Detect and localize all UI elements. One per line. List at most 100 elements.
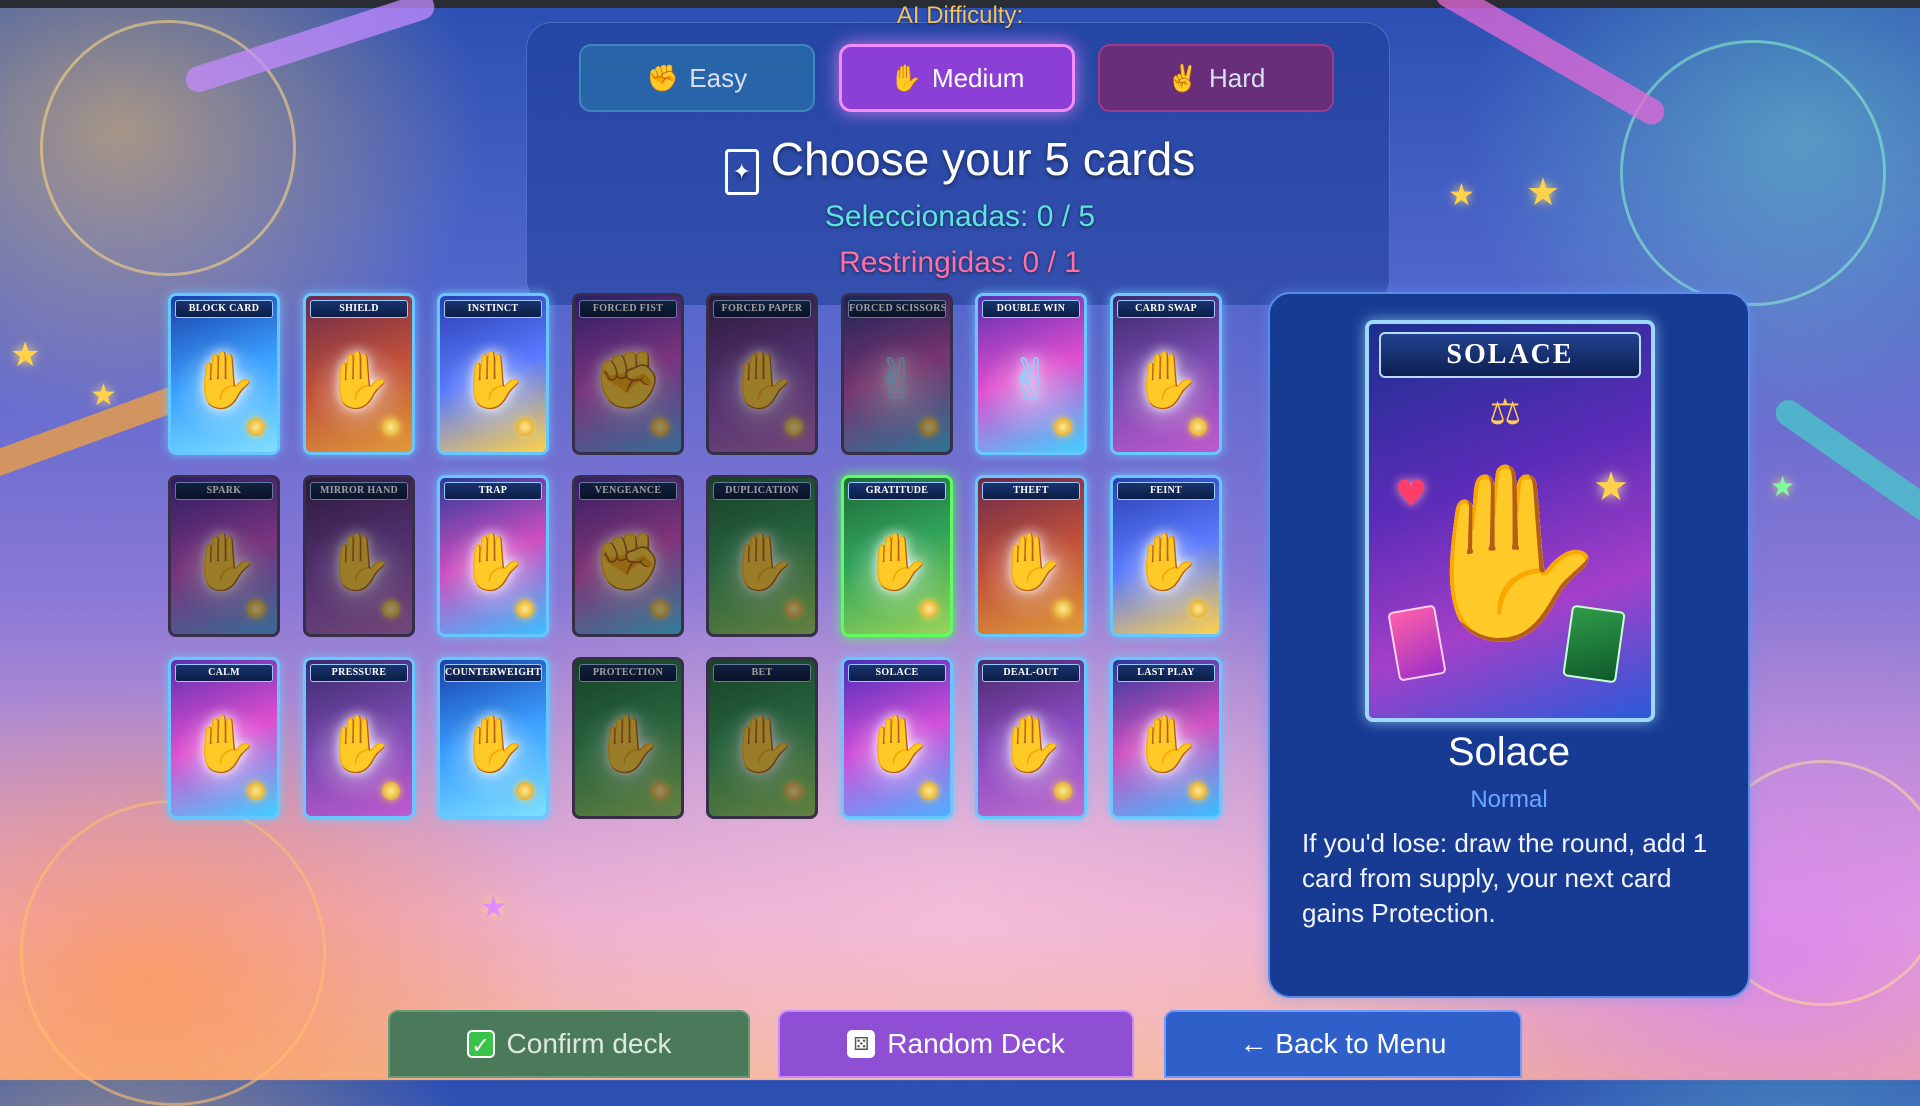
mini-card-icon [1562, 604, 1626, 684]
palm-icon: ✋ [458, 348, 528, 414]
card-title: FORCED SCISSORS [848, 300, 946, 318]
palm-icon: ✋ [189, 530, 259, 596]
confirm-deck-label: Confirm deck [506, 1028, 672, 1059]
card-deal-out[interactable]: DEAL-OUT ✋ [975, 657, 1087, 819]
card-trap[interactable]: TRAP ✋ [437, 475, 549, 637]
difficulty-easy-button[interactable]: ✊ Easy [579, 44, 815, 112]
checkmark-icon: ✓ [466, 1030, 495, 1058]
difficulty-hard-label: Hard [1209, 62, 1266, 93]
palm-icon: ✋ [727, 348, 797, 414]
card-title: BET [713, 664, 811, 682]
card-title: TRAP [444, 482, 542, 500]
selected-counter: Seleccionadas: 0 / 5 [824, 200, 1096, 233]
card-vengeance[interactable]: VENGEANCE ✊ [572, 475, 684, 637]
confirm-deck-button[interactable]: ✓ Confirm deck [388, 1010, 750, 1078]
coin-icon [247, 418, 265, 436]
coin-icon [785, 600, 803, 618]
coin-icon [382, 418, 400, 436]
card-last-play[interactable]: LAST PLAY ✋ [1110, 657, 1222, 819]
card-double-win[interactable]: DOUBLE WIN ✌ [975, 293, 1087, 455]
card-detail-panel: SOLACE ⚖ ♥ ★ ✋ Solace Normal If you'd lo… [1268, 292, 1750, 998]
palm-icon: ✋ [727, 712, 797, 778]
difficulty-hard-button[interactable]: ✌ Hard [1098, 44, 1334, 112]
card-title: DUPLICATION [713, 482, 811, 500]
palm-icon: ✋ [862, 530, 932, 596]
card-card-swap[interactable]: CARD SWAP ✋ [1110, 293, 1222, 455]
card-feint[interactable]: FEINT ✋ [1110, 475, 1222, 637]
card-solace[interactable]: SOLACE ✋ [841, 657, 953, 819]
palm-icon: ✋ [1131, 712, 1201, 778]
coin-icon [651, 782, 669, 800]
card-title: FORCED PAPER [713, 300, 811, 318]
star-icon: ★ [1770, 470, 1796, 503]
page-title: ✦ Choose your 5 cards [0, 132, 1920, 195]
card-pressure[interactable]: PRESSURE ✋ [303, 657, 415, 819]
card-title: SPARK [175, 482, 273, 500]
card-block-card[interactable]: BLOCK CARD ✋ [168, 293, 280, 455]
card-title: FEINT [1117, 482, 1215, 500]
card-theft[interactable]: THEFT ✋ [975, 475, 1087, 637]
card-duplication[interactable]: DUPLICATION ✋ [706, 475, 818, 637]
card-forced-paper[interactable]: FORCED PAPER ✋ [706, 293, 818, 455]
fist-icon: ✊ [646, 62, 680, 93]
difficulty-medium-label: Medium [931, 62, 1025, 93]
palm-icon: ✋ [189, 348, 259, 414]
back-to-menu-button[interactable]: ← Back to Menu [1164, 1010, 1522, 1078]
card-bet[interactable]: BET ✋ [706, 657, 818, 819]
card-shield[interactable]: SHIELD ✋ [303, 293, 415, 455]
palm-icon: ✋ [324, 712, 394, 778]
difficulty-medium-button[interactable]: ✋ Medium [839, 44, 1075, 112]
card-gratitude[interactable]: GRATITUDE ✋ [841, 475, 953, 637]
dice-icon: ⚄ [847, 1030, 876, 1058]
palm-icon: ✋ [862, 712, 932, 778]
card-spark[interactable]: SPARK ✋ [168, 475, 280, 637]
coin-icon [920, 782, 938, 800]
palm-icon: ✋ [458, 530, 528, 596]
card-icon: ✦ [724, 149, 759, 195]
background-ribbon [1770, 394, 1920, 532]
card-title: PRESSURE [310, 664, 408, 682]
star-icon: ★ [10, 335, 41, 375]
detail-card-description: If you'd lose: draw the round, add 1 car… [1302, 828, 1708, 928]
random-deck-button[interactable]: ⚄ Random Deck [778, 1010, 1134, 1078]
palm-icon: ✋ [189, 712, 259, 778]
coin-icon [1054, 418, 1072, 436]
palm-icon: ✋ [458, 712, 528, 778]
palm-icon: ✋ [1131, 530, 1201, 596]
palm-icon: ✋ [996, 530, 1066, 596]
palm-icon: ✋ [1131, 348, 1201, 414]
card-forced-scissors[interactable]: FORCED SCISSORS ✌ [841, 293, 953, 455]
page-title-text: Choose your 5 cards [770, 133, 1196, 185]
card-instinct[interactable]: INSTINCT ✋ [437, 293, 549, 455]
card-calm[interactable]: CALM ✋ [168, 657, 280, 819]
card-title: DOUBLE WIN [982, 300, 1080, 318]
background-magic-circle [20, 800, 326, 1106]
coin-icon [785, 782, 803, 800]
coin-icon [382, 600, 400, 618]
card-forced-fist[interactable]: FORCED FIST ✊ [572, 293, 684, 455]
card-title: VENGEANCE [579, 482, 677, 500]
victory-hand-icon: ✌ [873, 347, 921, 413]
card-title: PROTECTION [579, 664, 677, 682]
card-title: THEFT [982, 482, 1080, 500]
coin-icon [651, 600, 669, 618]
coin-icon [516, 418, 534, 436]
card-title: MIRROR HAND [310, 482, 408, 500]
coin-icon [1189, 782, 1207, 800]
coin-icon [247, 600, 265, 618]
card-title: SHIELD [310, 300, 408, 318]
scales-icon: ⚖ [1489, 392, 1522, 433]
card-protection[interactable]: PROTECTION ✋ [572, 657, 684, 819]
coin-icon [1189, 418, 1207, 436]
card-mirror-hand[interactable]: MIRROR HAND ✋ [303, 475, 415, 637]
card-title: BLOCK CARD [175, 300, 273, 318]
difficulty-easy-label: Easy [689, 62, 748, 93]
card-counterweight[interactable]: COUNTERWEIGHT ✋ [437, 657, 549, 819]
coin-icon [516, 600, 534, 618]
card-title: SOLACE [848, 664, 946, 682]
palm-icon: ✋ [996, 712, 1066, 778]
card-title: COUNTERWEIGHT [444, 664, 542, 682]
coin-icon [382, 782, 400, 800]
coin-icon [516, 782, 534, 800]
coin-icon [1054, 782, 1072, 800]
